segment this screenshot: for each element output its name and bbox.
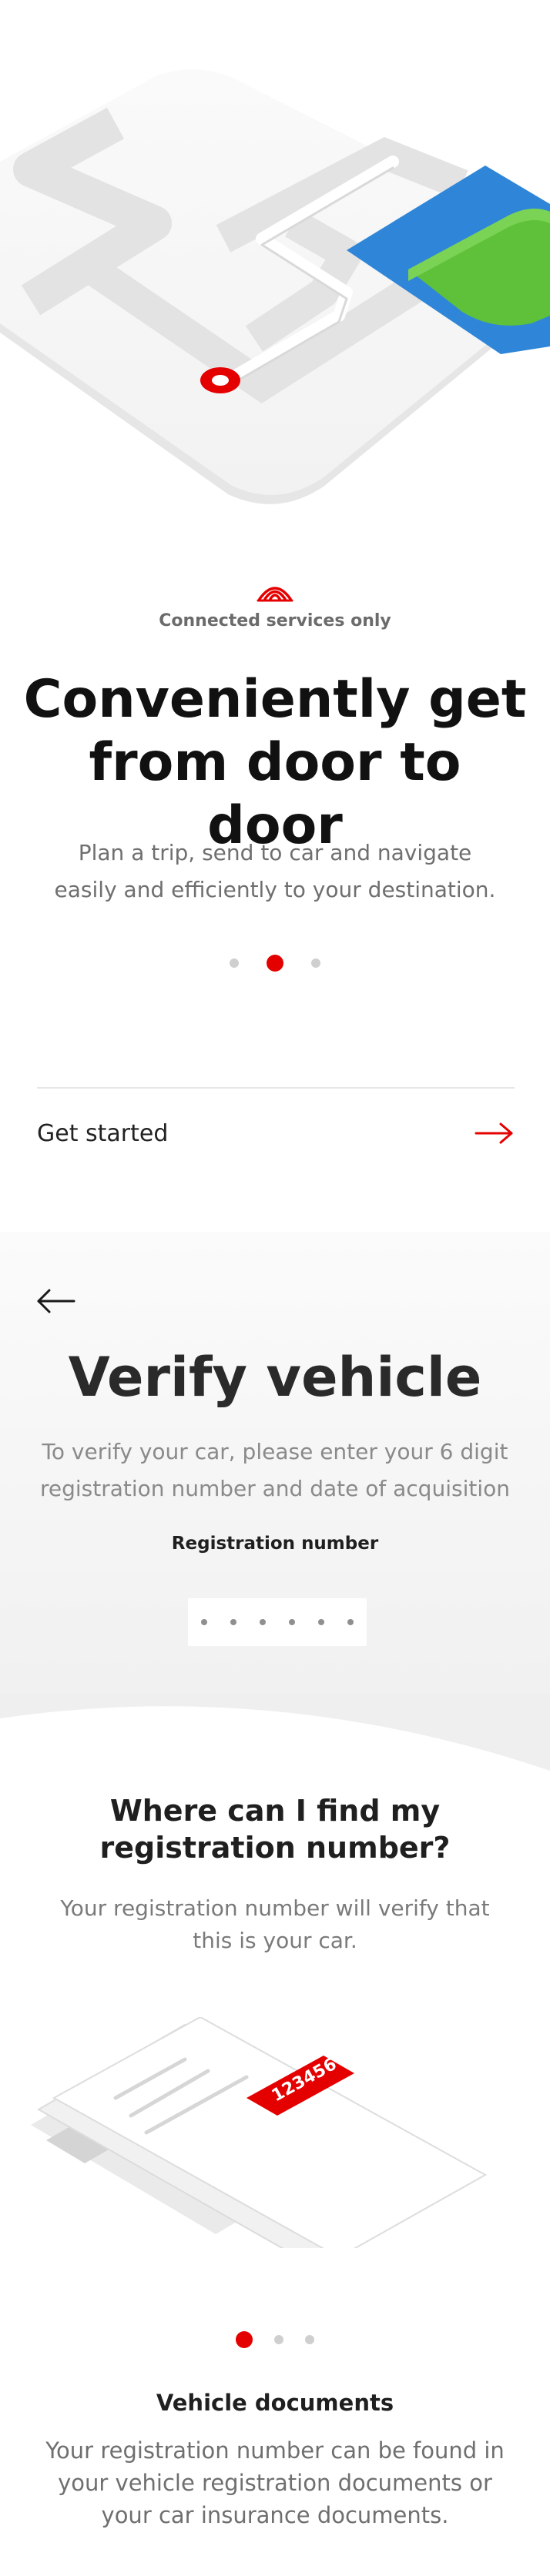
registration-number-label: Registration number — [171, 1534, 379, 1554]
onboarding-pager[interactable] — [0, 955, 550, 972]
pager-dot[interactable] — [305, 2335, 314, 2344]
arrow-right-icon — [475, 1122, 513, 1144]
digit-placeholder — [201, 1619, 207, 1625]
digit-placeholder — [260, 1619, 266, 1625]
onboarding-screen: Connected services only Conveniently get… — [0, 0, 550, 1232]
onboarding-title: Conveniently get from door to door — [23, 669, 527, 856]
faq-title: Where can I find my registration number? — [99, 1794, 451, 1865]
registration-number-input[interactable] — [188, 1598, 367, 1646]
verify-subtitle: To verify your car, please enter your 6 … — [40, 1439, 510, 1501]
verify-vehicle-screen: Verify vehicle To verify your car, pleas… — [0, 1232, 550, 2576]
connected-services-icon — [257, 587, 293, 602]
digit-placeholder — [230, 1619, 236, 1625]
connected-services-badge: Connected services only — [0, 576, 550, 631]
map-pin-icon — [200, 367, 240, 393]
documents-illustration: 123456 — [31, 2017, 488, 2248]
divider — [37, 1087, 515, 1089]
pager-dot[interactable] — [311, 958, 320, 968]
onboarding-subtitle: Plan a trip, send to car and navigate ea… — [54, 840, 496, 902]
digit-placeholder — [347, 1619, 354, 1625]
vehicle-documents-title: Vehicle documents — [156, 2390, 394, 2416]
arrow-left-icon[interactable] — [34, 1286, 77, 1316]
pager-dot[interactable] — [274, 2335, 283, 2344]
faq-subtitle: Your registration number will verify tha… — [60, 1895, 490, 1953]
verify-title: Verify vehicle — [68, 1346, 482, 1409]
vehicle-documents-subtitle: Your registration number can be found in… — [45, 2437, 505, 2528]
map-illustration — [0, 69, 550, 504]
get-started-label: Get started — [37, 1119, 169, 1147]
pager-dot-active[interactable] — [267, 955, 283, 972]
get-started-button[interactable]: Get started — [37, 1101, 515, 1166]
connected-services-label: Connected services only — [159, 611, 391, 631]
digit-placeholder — [318, 1619, 324, 1625]
pager-dot[interactable] — [230, 958, 239, 968]
documents-pager[interactable] — [0, 2331, 550, 2348]
pager-dot-active[interactable] — [236, 2331, 253, 2348]
digit-placeholder — [289, 1619, 295, 1625]
